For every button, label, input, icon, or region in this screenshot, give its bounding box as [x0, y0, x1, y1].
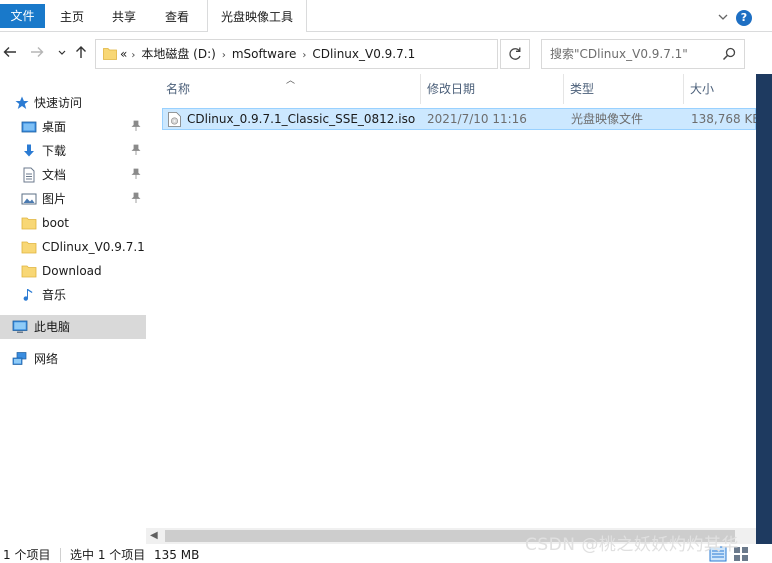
- folder-icon: [21, 241, 37, 254]
- column-header-type[interactable]: 类型: [566, 74, 682, 104]
- status-selected-count: 选中 1 个项目: [70, 548, 146, 562]
- scroll-left-arrow-icon[interactable]: ◀: [150, 530, 158, 541]
- download-icon: [24, 144, 34, 157]
- refresh-icon: [509, 47, 521, 60]
- disc-image-file-icon: [168, 112, 181, 127]
- tab-file[interactable]: 文件: [0, 4, 45, 28]
- pin-icon[interactable]: [130, 120, 142, 132]
- folder-icon: [21, 217, 37, 230]
- chevron-down-icon: [58, 50, 66, 55]
- sidebar-item-label: 下载: [42, 144, 67, 158]
- sidebar-item-desktop[interactable]: 桌面: [0, 115, 146, 139]
- window-edge-strip: [756, 74, 772, 563]
- sidebar-item-label: 网络: [34, 352, 59, 366]
- sidebar-item-label: CDlinux_V0.9.7.1: [42, 240, 145, 254]
- recent-locations-button[interactable]: [54, 44, 70, 60]
- breadcrumb-drive[interactable]: 本地磁盘 (D:): [141, 40, 215, 68]
- navigation-bar: «› 本地磁盘 (D:) › mSoftware › CDlinux_V0.9.7.1: [0, 33, 772, 73]
- sidebar-item-label: 图片: [42, 192, 67, 206]
- sidebar-item-download-folder[interactable]: Download: [0, 259, 146, 283]
- sidebar-item-pictures[interactable]: 图片: [0, 187, 146, 211]
- sidebar-item-label: Download: [42, 264, 102, 278]
- pin-icon[interactable]: [130, 144, 142, 156]
- breadcrumb-separator[interactable]: ›: [131, 42, 135, 70]
- sidebar-item-label: 音乐: [42, 288, 67, 302]
- column-header-size[interactable]: 大小: [686, 74, 756, 104]
- sidebar-item-label: 文档: [42, 168, 67, 182]
- breadcrumb-overflow[interactable]: «: [120, 40, 127, 68]
- sidebar-item-music[interactable]: 音乐: [0, 283, 146, 307]
- up-button[interactable]: [73, 44, 89, 60]
- breadcrumb: «› 本地磁盘 (D:) › mSoftware › CDlinux_V0.9.7.1: [120, 40, 415, 68]
- status-selected-size: 135 MB: [154, 548, 200, 562]
- sidebar-item-quick-access[interactable]: 快速访问: [0, 91, 146, 115]
- sidebar-item-cdlinux[interactable]: CDlinux_V0.9.7.1: [0, 235, 146, 259]
- column-header-modified[interactable]: 修改日期: [423, 74, 563, 104]
- tab-disc-image-tools[interactable]: 光盘映像工具: [207, 0, 307, 32]
- picture-icon: [21, 193, 37, 205]
- file-size: 138,768 KB: [691, 112, 761, 126]
- forward-button[interactable]: [29, 44, 45, 60]
- breadcrumb-separator[interactable]: ›: [302, 42, 306, 70]
- pin-icon[interactable]: [130, 192, 142, 204]
- sidebar-item-label: boot: [42, 216, 70, 230]
- tab-home[interactable]: 主页: [52, 5, 92, 30]
- sidebar-item-label: 此电脑: [34, 320, 71, 334]
- column-header-name[interactable]: 名称: [162, 74, 420, 104]
- column-divider[interactable]: [683, 74, 684, 104]
- ribbon-tab-bar: 文件 主页 共享 查看 光盘映像工具 ?: [0, 0, 772, 32]
- music-icon: [23, 289, 33, 301]
- file-type: 光盘映像文件: [571, 112, 644, 126]
- tab-view[interactable]: 查看: [157, 5, 197, 30]
- sidebar-item-boot[interactable]: boot: [0, 211, 146, 235]
- back-arrow-icon: [3, 47, 16, 57]
- address-bar[interactable]: «› 本地磁盘 (D:) › mSoftware › CDlinux_V0.9.7.1: [95, 39, 580, 69]
- sidebar-item-label: 桌面: [42, 120, 67, 134]
- status-item-count: 1 个项目: [3, 548, 51, 562]
- refresh-button[interactable]: [500, 39, 530, 69]
- folder-icon: [103, 48, 117, 60]
- desktop-icon: [21, 121, 37, 133]
- sidebar-item-label: 快速访问: [34, 96, 83, 110]
- file-row[interactable]: CDlinux_0.9.7.1_Classic_SSE_0812.iso 202…: [162, 108, 761, 130]
- expand-ribbon-chevron-icon[interactable]: [717, 11, 729, 23]
- pin-icon[interactable]: [130, 168, 142, 180]
- breadcrumb-msoftware[interactable]: mSoftware: [232, 40, 297, 68]
- tab-share[interactable]: 共享: [104, 5, 144, 30]
- column-divider[interactable]: [420, 74, 421, 104]
- column-divider[interactable]: [563, 74, 564, 104]
- sidebar-item-documents[interactable]: 文档: [0, 163, 146, 187]
- navigation-pane: 快速访问 桌面 下载 文档 图片 boot CDlinux_V0.9.7.1 D…: [0, 74, 146, 544]
- csdn-watermark: CSDN @桃之妖妖灼灼其华: [525, 535, 739, 555]
- search-input[interactable]: [550, 46, 715, 62]
- file-modified: 2021/7/10 11:16: [427, 112, 527, 126]
- search-box[interactable]: [541, 39, 745, 69]
- folder-icon: [21, 265, 37, 278]
- star-icon: [15, 96, 29, 109]
- file-name: CDlinux_0.9.7.1_Classic_SSE_0812.iso: [187, 112, 416, 126]
- computer-icon: [12, 320, 28, 333]
- up-arrow-icon: [76, 46, 86, 58]
- breadcrumb-separator[interactable]: ›: [222, 42, 226, 70]
- status-divider: [60, 548, 61, 562]
- forward-arrow-icon: [31, 47, 44, 57]
- network-icon: [12, 352, 27, 365]
- search-icon[interactable]: [722, 47, 736, 61]
- back-button[interactable]: [2, 44, 18, 60]
- breadcrumb-cdlinux[interactable]: CDlinux_V0.9.7.1: [312, 40, 415, 68]
- sidebar-item-this-pc[interactable]: 此电脑: [0, 315, 146, 339]
- sidebar-item-network[interactable]: 网络: [0, 347, 146, 371]
- sidebar-item-downloads[interactable]: 下载: [0, 139, 146, 163]
- help-icon[interactable]: ?: [736, 10, 752, 26]
- document-icon: [23, 167, 35, 183]
